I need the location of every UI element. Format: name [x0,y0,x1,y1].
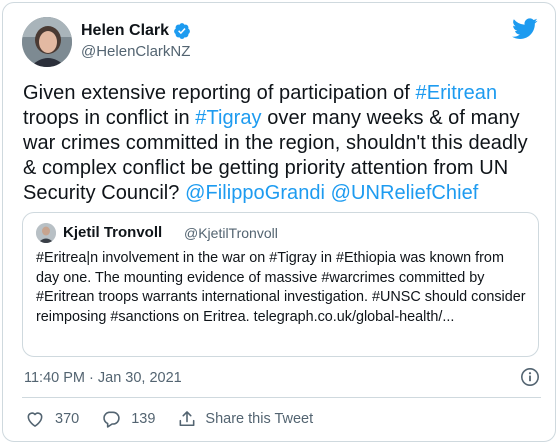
mention-filippograndi-link[interactable]: @FilippoGrandi [185,182,325,204]
hashtag-tigray-link[interactable]: #Tigray [195,107,261,129]
twitter-bird-icon[interactable] [512,18,538,40]
heart-icon [25,409,45,429]
tweet-text-segment: troops in conflict in [23,107,196,129]
author-display-name[interactable]: Helen Clark [81,22,169,40]
info-icon[interactable] [520,367,540,387]
quoted-author-name: Kjetil Tronvoll [63,224,163,241]
mention-unreliefchief-link[interactable]: @UNReliefChief [331,182,479,204]
tweet-text: Given extensive reporting of participati… [23,81,543,206]
reply-button[interactable]: 139 [101,409,155,429]
verified-badge-icon [173,22,191,40]
quoted-tweet[interactable]: Kjetil Tronvoll @KjetilTronvoll #Eritrea… [22,212,539,357]
hashtag-eritrean-link[interactable]: #Eritrean [416,82,498,104]
author-name-line: Helen Clark [81,22,191,40]
tweet-timestamp[interactable]: 11:40 PM · Jan 30, 2021 [24,370,182,386]
author-avatar[interactable] [22,17,72,67]
author-handle[interactable]: @HelenClarkNZ [81,43,190,60]
like-count: 370 [55,411,80,427]
like-button[interactable]: 370 [25,409,79,429]
action-bar: 370 139 Share this Tweet [25,408,335,430]
quoted-tweet-text: #Eritrea|n involvement in the war on #Ti… [36,250,526,325]
divider [22,397,541,398]
quoted-author-handle: @KjetilTronvoll [184,225,278,241]
share-label: Share this Tweet [205,411,314,427]
reply-count: 139 [131,411,156,427]
share-icon [177,409,197,429]
tweet-card: Helen Clark @HelenClarkNZ Given extensiv… [2,2,556,442]
quoted-author-avatar [36,223,56,243]
reply-icon [101,409,121,429]
tweet-text-segment: Given extensive reporting of participati… [23,82,416,104]
share-button[interactable]: Share this Tweet [177,409,313,429]
